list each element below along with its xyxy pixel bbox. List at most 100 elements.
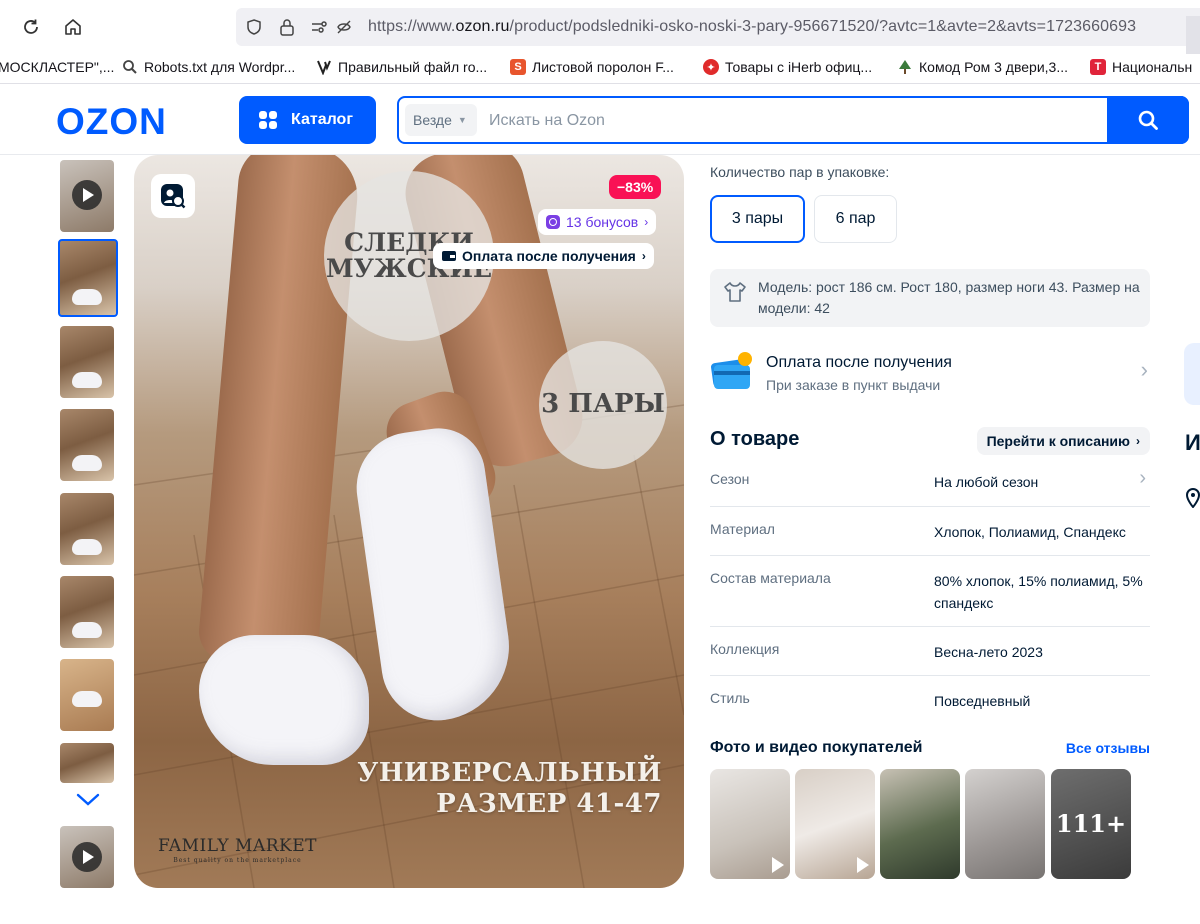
customer-photo[interactable] [965,769,1045,879]
spec-row: Стиль Повседневный [710,676,1150,726]
url-text[interactable]: https://www.ozon.ru/product/podsledniki-… [368,18,1136,36]
bookmark-item[interactable]: Правильный файл ro... [316,59,487,75]
option-6-pairs[interactable]: 6 пар [814,195,897,243]
address-bar[interactable]: https://www.ozon.ru/product/podsledniki-… [236,8,1200,54]
bookmark-item[interactable]: МОСКЛАСТЕР",... [0,59,114,75]
wallet-icon [442,251,456,261]
thumbnail[interactable] [60,326,114,398]
reload-icon[interactable] [16,12,46,42]
catalog-button[interactable]: Каталог [239,96,376,144]
catalog-label: Каталог [291,111,353,128]
play-icon [72,842,102,872]
side-heading-fragment: И [1185,430,1200,455]
bookmark-item[interactable]: T Национальн [1090,59,1192,75]
pay-after-block[interactable]: Оплата после получения При заказе в пунк… [710,345,1150,397]
permissions-icon[interactable] [310,17,330,37]
about-title: О товаре [710,428,800,450]
search-bar: Везде ▼ Искать на Ozon [397,96,1189,144]
thumbnail[interactable] [60,576,114,648]
tree-icon [897,59,913,75]
caption-line-2: РАЗМЕР 41-47 [436,788,662,819]
play-icon [857,857,869,873]
thumbnail[interactable] [60,659,114,731]
image-caption: УНИВЕРСАЛЬНЫЙ РАЗМЕР 41-47 [357,758,662,820]
ozon-logo[interactable]: OZON [56,101,167,143]
more-photos-count: 111+ [1055,809,1127,838]
thumbnail-video[interactable] [60,826,114,888]
bookmark-item[interactable]: ✦ Товары с iHerb офиц... [703,59,872,75]
thumbnail-strip [56,158,120,888]
spec-row: Коллекция Весна-лето 2023 [710,627,1150,676]
option-3-pairs[interactable]: 3 пары [710,195,805,243]
search-input[interactable]: Искать на Ozon [489,112,605,130]
customer-photo[interactable] [795,769,875,879]
spec-key: Материал [710,521,775,537]
thumbnail-video[interactable] [60,160,114,232]
chevron-down-icon[interactable] [74,788,102,810]
spec-value: Повседневный [934,693,1031,709]
card-payment-icon [711,352,752,389]
shield-icon[interactable] [244,17,264,37]
caption-line-1: УНИВЕРСАЛЬНЫЙ [357,757,662,788]
search-icon [122,59,138,75]
model-info-box: Модель: рост 186 см. Рост 180, размер но… [710,269,1150,327]
spec-value: На любой сезон [934,474,1039,490]
pay-after-chip[interactable]: Оплата после получения › [433,243,654,269]
site-header: OZON Каталог Везде ▼ Искать на Ozon [0,85,1200,155]
bookmark-item[interactable]: S Листовой поролон F... [510,59,674,75]
home-icon[interactable] [58,12,88,42]
customer-photos-title: Фото и видео покупателей [710,739,923,756]
search-scope-select[interactable]: Везде ▼ [405,104,477,136]
badge-pairs: 3 ПАРЫ [539,341,667,469]
location-pin-icon[interactable] [1185,487,1200,513]
spec-row: Сезон На любой сезон › [710,459,1150,507]
spec-key: Коллекция [710,641,780,657]
spec-key: Стиль [710,690,750,706]
all-reviews-link[interactable]: Все отзывы [1066,740,1150,756]
bonus-chip[interactable]: 13 бонусов › [538,209,657,235]
tshirt-icon [724,282,746,302]
bookmark-item[interactable]: Комод Ром 3 двери,3... [897,59,1068,75]
customer-photo[interactable] [710,769,790,879]
search-icon [1138,110,1158,130]
spec-value: 80% хлопок, 15% полиамид, 5% спандекс [934,573,1143,611]
play-icon [72,180,102,210]
thumbnail[interactable] [60,409,114,481]
search-scope-label: Везде [413,112,452,128]
brand-watermark: FAMILY MARKET Best quality on the market… [158,836,317,864]
thumbnail-selected[interactable] [58,239,118,317]
spec-key: Состав материала [710,570,831,586]
image-search-button[interactable] [151,174,195,218]
pairs-label: Количество пар в упаковке: [710,164,890,180]
about-link-label: Перейти к описанию [986,433,1130,449]
tracking-blocked-icon[interactable] [334,17,354,37]
thumbnail[interactable] [60,493,114,565]
chevron-right-icon: › [1136,434,1140,448]
chevron-right-icon[interactable]: › [1139,467,1146,490]
chevron-down-icon: ▼ [457,115,467,125]
bonus-label: 13 бонусов [566,214,639,230]
pay-after-label: Оплата после получения [462,248,636,264]
spec-row: Состав материала 80% хлопок, 15% полиами… [710,556,1150,627]
bookmarks-bar: МОСКЛАСТЕР",... Robots.txt для Wordpr...… [0,54,1200,84]
search-button[interactable] [1107,96,1189,144]
play-icon [772,857,784,873]
s-logo-icon: S [510,59,526,75]
t-logo-icon: T [1090,59,1106,75]
thumbnail[interactable] [60,743,114,783]
customer-photo[interactable] [880,769,960,879]
spec-key: Сезон [710,471,750,487]
spec-value: Хлопок, Полиамид, Спандекс [934,524,1126,540]
lock-icon[interactable] [277,17,297,37]
spec-value: Весна-лето 2023 [934,644,1043,660]
more-photos-tile[interactable]: 111+ [1051,769,1131,879]
iherb-icon: ✦ [703,59,719,75]
chevron-right-icon: › [644,215,649,229]
chevron-right-icon: › [1140,357,1148,382]
go-to-description-button[interactable]: Перейти к описанию › [976,427,1150,455]
pay-title: Оплата после получения [766,354,952,371]
side-card-edge [1184,343,1200,405]
bookmark-item[interactable]: Robots.txt для Wordpr... [122,59,295,75]
spec-row: Материал Хлопок, Полиамид, Спандекс [710,507,1150,556]
product-main-image[interactable]: СЛЕДКИ МУЖСКИЕ 3 ПАРЫ УНИВЕРСАЛЬНЫЙ РАЗМ… [134,155,684,888]
